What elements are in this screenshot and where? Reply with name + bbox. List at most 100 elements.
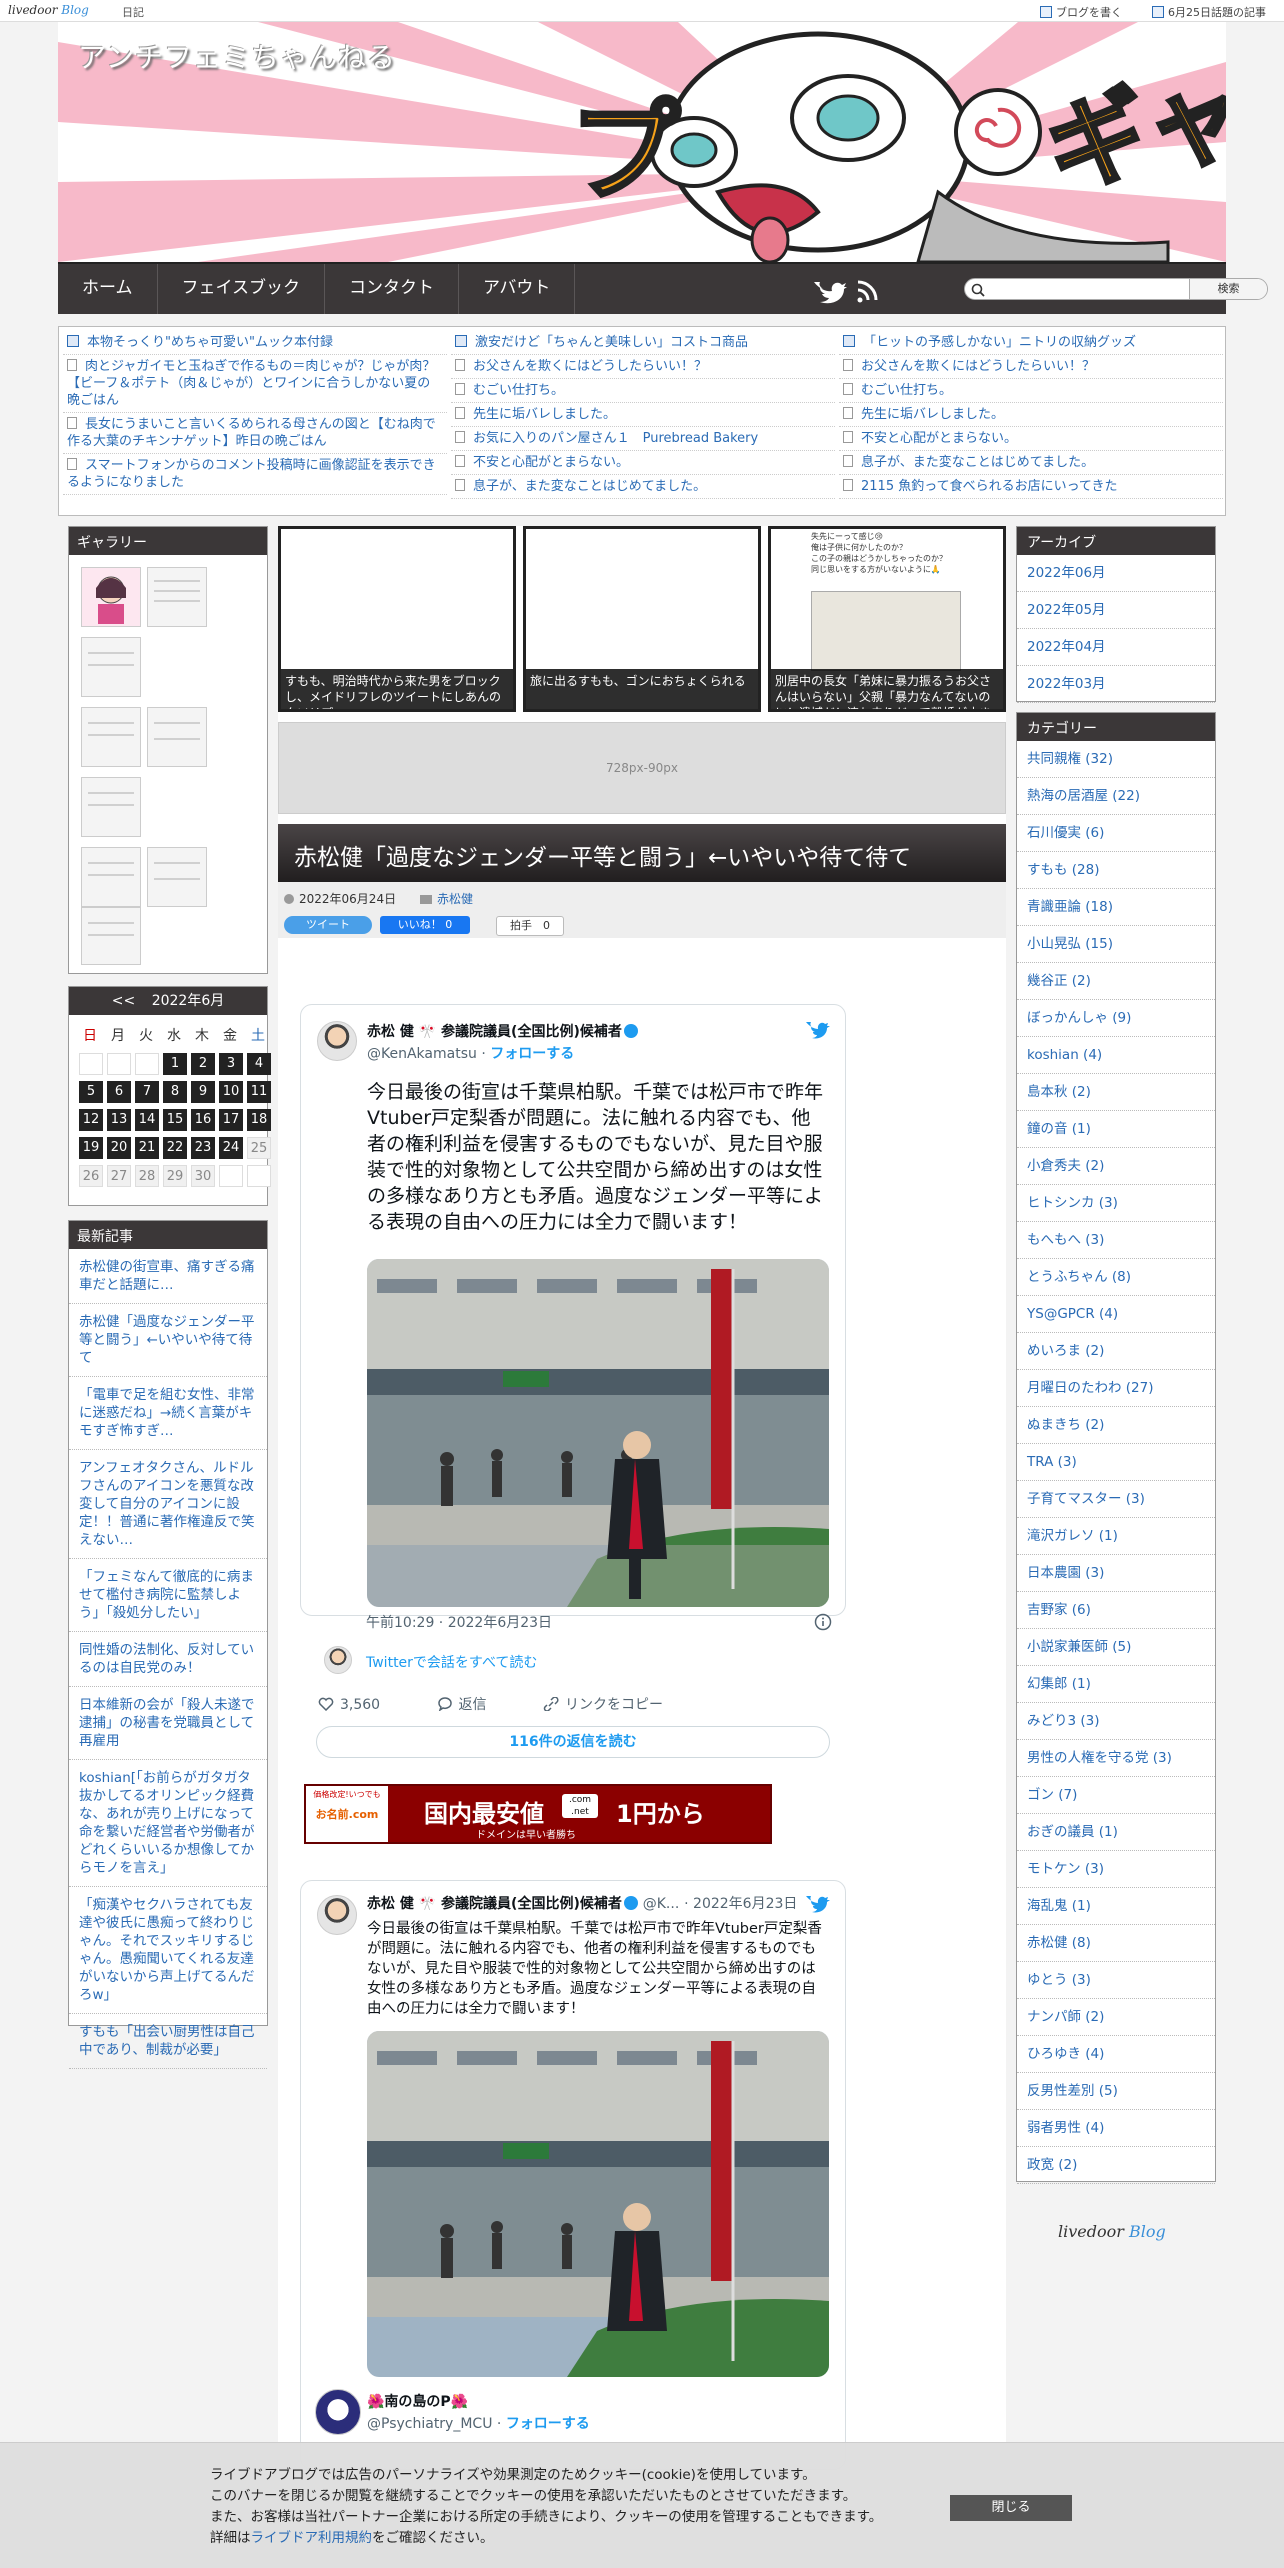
category-link[interactable]: 幾谷正 (2) bbox=[1017, 963, 1215, 1000]
category-link[interactable]: すもも (28) bbox=[1017, 852, 1215, 889]
calendar-day[interactable]: 17 bbox=[219, 1109, 243, 1131]
clap-button[interactable]: 拍手 0 bbox=[496, 916, 564, 936]
category-link[interactable]: 吉野家 (6) bbox=[1017, 1592, 1215, 1629]
embedded-tweet[interactable]: 赤松 健 🎌 参議院議員(全国比例)候補者 @K... · 2022年6月23日… bbox=[300, 1880, 846, 2470]
livedoor-blog-logo[interactable]: livedoor Blog bbox=[8, 3, 89, 17]
reply-author-name[interactable]: 🌺南の島のP🌺 bbox=[367, 2391, 468, 2411]
category-link[interactable]: みどり3 (3) bbox=[1017, 1703, 1215, 1740]
link-item[interactable]: 先生に垢バレしました。 bbox=[839, 403, 1223, 427]
recent-post-link[interactable]: すもも「出会い厨男性は自己中であり、制裁が必要」 bbox=[69, 2014, 267, 2069]
category-link[interactable]: 男性の人権を守る党 (3) bbox=[1017, 1740, 1215, 1777]
category-link[interactable]: ぬまきち (2) bbox=[1017, 1407, 1215, 1444]
reply-action[interactable]: 返信 bbox=[437, 1697, 513, 1713]
tweet-timestamp[interactable]: 午前10:29 · 2022年6月23日 bbox=[366, 1612, 552, 1632]
gallery-thumbnail[interactable] bbox=[147, 707, 207, 767]
calendar-day[interactable]: 23 bbox=[191, 1137, 215, 1159]
calendar-prev-month[interactable]: << bbox=[112, 993, 135, 1009]
write-blog-link[interactable]: ブログを書く bbox=[1040, 4, 1122, 20]
category-link[interactable]: モトケン (3) bbox=[1017, 1851, 1215, 1888]
calendar-day[interactable]: 9 bbox=[191, 1081, 215, 1103]
category-link[interactable]: ヒトシンカ (3) bbox=[1017, 1185, 1215, 1222]
category-link[interactable]: もへもへ (3) bbox=[1017, 1222, 1215, 1259]
category-link[interactable]: 鐘の音 (1) bbox=[1017, 1111, 1215, 1148]
recent-post-link[interactable]: 日本維新の会が「殺人未遂で逮捕」の秘書を党職員として再雇用 bbox=[69, 1687, 267, 1760]
recent-post-link[interactable]: 「痴漢やセクハラされても友達や彼氏に愚痴って終わりじゃん。それでスッキリするじゃ… bbox=[69, 1887, 267, 2014]
calendar-day[interactable]: 18 bbox=[247, 1109, 271, 1131]
recent-post-link[interactable]: 同性婚の法制化、反対しているのは自民党のみ！ bbox=[69, 1632, 267, 1687]
site-title[interactable]: アンチフェミちゃんねる bbox=[78, 36, 396, 76]
category-link[interactable]: TRA (3) bbox=[1017, 1444, 1215, 1481]
category-link[interactable]: YS@GPCR (4) bbox=[1017, 1296, 1215, 1333]
category-link[interactable]: 熱海の居酒屋 (22) bbox=[1017, 778, 1215, 815]
category-link[interactable]: 赤松健 (8) bbox=[1017, 1925, 1215, 1962]
link-item[interactable]: 不安と心配がとまらない。 bbox=[451, 451, 835, 475]
link-item[interactable]: 肉とジャガイモと玉ねぎで作るもの＝肉じゃが？じゃが肉？【ビーフ＆ポテト（肉＆じゃ… bbox=[63, 355, 447, 413]
gallery-thumbnail[interactable] bbox=[81, 777, 141, 837]
link-item[interactable]: 2115 魚釣って食べられるお店にいってきた bbox=[839, 475, 1223, 499]
like-action[interactable]: 3,560 bbox=[318, 1697, 406, 1713]
category-link[interactable]: 滝沢ガレソ (1) bbox=[1017, 1518, 1215, 1555]
calendar-day[interactable]: 12 bbox=[79, 1109, 103, 1131]
avatar[interactable] bbox=[315, 2389, 361, 2435]
calendar-day[interactable]: 8 bbox=[163, 1081, 187, 1103]
search-input[interactable] bbox=[987, 281, 1187, 297]
search-button[interactable]: 検索 bbox=[1189, 279, 1267, 299]
category-link[interactable]: ゴン (7) bbox=[1017, 1777, 1215, 1814]
category-link[interactable]: とうふちゃん (8) bbox=[1017, 1259, 1215, 1296]
category-link[interactable]: ぼっかんしゃ (9) bbox=[1017, 1000, 1215, 1037]
recent-post-link[interactable]: koshian[「お前らがガタガタ抜かしてるオリンピック経費な、あれが売り上げに… bbox=[69, 1760, 267, 1887]
twitter-bird-icon[interactable] bbox=[805, 1893, 831, 1915]
category-link[interactable]: 共同親権 (32) bbox=[1017, 741, 1215, 778]
copy-link-action[interactable]: リンクをコピー bbox=[543, 1696, 689, 1713]
nav-contact[interactable]: コンタクト bbox=[325, 264, 459, 314]
category-link[interactable]: 日本農園 (3) bbox=[1017, 1555, 1215, 1592]
link-item[interactable]: 激安だけど「ちゃんと美味しい」コストコ商品 bbox=[451, 331, 835, 355]
calendar-day[interactable]: 5 bbox=[79, 1081, 103, 1103]
facebook-like-button[interactable]: いいね！ 0 bbox=[380, 916, 470, 934]
category-link[interactable]: 石川優実 (6) bbox=[1017, 815, 1215, 852]
featured-article-card[interactable]: すもも、明治時代から来た男をブロックし、メイドリフレのツイートにしあんのクソリプ bbox=[278, 526, 516, 712]
link-item[interactable]: スマートフォンからのコメント投稿時に画像認証を表示できるようになりました bbox=[63, 454, 447, 495]
link-item[interactable]: むごい仕打ち。 bbox=[451, 379, 835, 403]
calendar-day[interactable]: 24 bbox=[219, 1137, 243, 1159]
terms-of-use-link[interactable]: ライブドア利用規約 bbox=[251, 2530, 373, 2546]
category-link[interactable]: 幻集郎 (1) bbox=[1017, 1666, 1215, 1703]
info-icon[interactable] bbox=[814, 1613, 832, 1631]
archive-month-link[interactable]: 2022年05月 bbox=[1017, 592, 1215, 629]
link-item[interactable]: 息子が、また変なことはじめてました。 bbox=[839, 451, 1223, 475]
read-replies-button[interactable]: 116件の返信を読む bbox=[316, 1726, 830, 1758]
read-conversation-link[interactable]: Twitterで会話をすべて読む bbox=[366, 1652, 537, 1672]
calendar-day[interactable]: 16 bbox=[191, 1109, 215, 1131]
recent-post-link[interactable]: アンフェオタクさん、ルドルフさんのアイコンを悪質な改変して自分のアイコンに設定！… bbox=[69, 1450, 267, 1559]
recent-post-link[interactable]: 「フェミなんて徹底的に病ませて檻付き病院に監禁しよう」「殺処分したい」 bbox=[69, 1559, 267, 1632]
category-link[interactable]: 海乱鬼 (1) bbox=[1017, 1888, 1215, 1925]
category-link[interactable]: 小説家兼医師 (5) bbox=[1017, 1629, 1215, 1666]
category-link[interactable]: ゆとう (3) bbox=[1017, 1962, 1215, 1999]
category-link[interactable]: 小山晃弘 (15) bbox=[1017, 926, 1215, 963]
follow-button[interactable]: フォローする bbox=[490, 1046, 574, 1062]
category-link[interactable]: 青識亜論 (18) bbox=[1017, 889, 1215, 926]
category-link[interactable]: 子育てマスター (3) bbox=[1017, 1481, 1215, 1518]
link-item[interactable]: 不安と心配がとまらない。 bbox=[839, 427, 1223, 451]
archive-month-link[interactable]: 2022年04月 bbox=[1017, 629, 1215, 666]
link-item[interactable]: 長女にうまいこと言いくるめられる母さんの図と【むね肉で作る大葉のチキンナゲット】… bbox=[63, 413, 447, 454]
recent-post-link[interactable]: 赤松健「過度なジェンダー平等と闘う」←いやいや待て待て bbox=[69, 1304, 267, 1377]
calendar-day[interactable]: 20 bbox=[107, 1137, 131, 1159]
link-item[interactable]: お父さんを欺くにはどうしたらいい！？ bbox=[451, 355, 835, 379]
avatar[interactable] bbox=[317, 1895, 357, 1935]
category-link[interactable]: 月曜日のたわわ (27) bbox=[1017, 1370, 1215, 1407]
archive-month-link[interactable]: 2022年03月 bbox=[1017, 666, 1215, 703]
calendar-day[interactable]: 10 bbox=[219, 1081, 243, 1103]
link-item[interactable]: お父さんを欺くにはどうしたらいい！？ bbox=[839, 355, 1223, 379]
calendar-day[interactable]: 13 bbox=[107, 1109, 131, 1131]
category-link[interactable]: おぎの議員 (1) bbox=[1017, 1814, 1215, 1851]
featured-article-card[interactable]: 旅に出るすもも、ゴンにおちょくられる bbox=[523, 526, 761, 712]
link-item[interactable]: お気に入りのパン屋さん１ Purebread Bakery bbox=[451, 427, 835, 451]
link-item[interactable]: 息子が、また変なことはじめてました。 bbox=[451, 475, 835, 499]
diary-link[interactable]: 日記 bbox=[122, 4, 144, 20]
calendar-day[interactable]: 1 bbox=[163, 1053, 187, 1075]
link-item[interactable]: 先生に垢バレしました。 bbox=[451, 403, 835, 427]
gallery-thumbnail[interactable] bbox=[81, 847, 141, 907]
tweet-photo[interactable] bbox=[367, 2031, 829, 2377]
calendar-day[interactable]: 14 bbox=[135, 1109, 159, 1131]
